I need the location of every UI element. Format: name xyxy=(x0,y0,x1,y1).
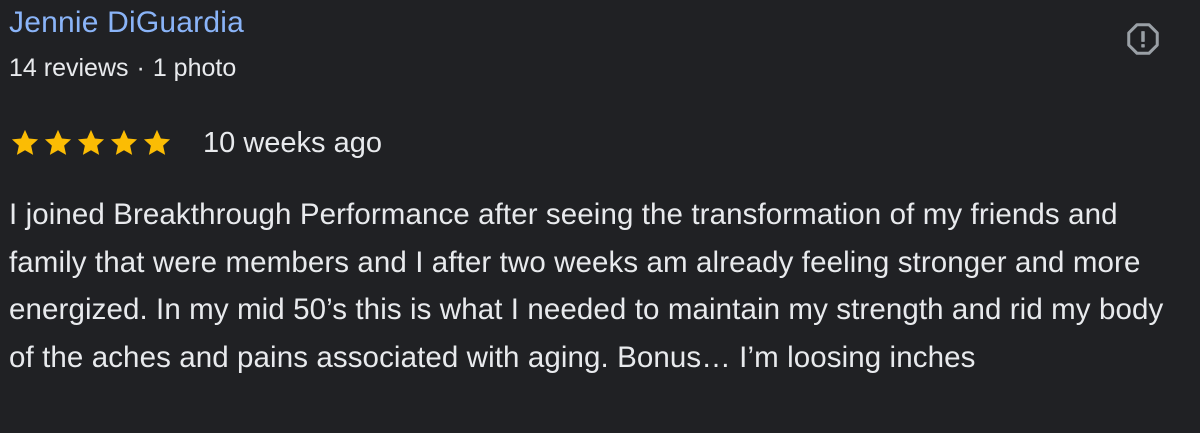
photo-count: 1 photo xyxy=(152,54,237,82)
star-icon xyxy=(11,129,39,155)
meta-separator: · xyxy=(136,54,145,82)
author-meta: 14 reviews · 1 photo xyxy=(9,52,236,84)
star-icon xyxy=(110,129,138,155)
review-card: Jennie DiGuardia 14 reviews · 1 photo 10 w… xyxy=(0,0,1200,433)
author-name-link[interactable]: Jennie DiGuardia xyxy=(9,4,244,42)
review-count: 14 reviews xyxy=(9,54,129,82)
report-icon xyxy=(1127,23,1159,55)
star-icon xyxy=(44,129,72,155)
star-icon xyxy=(77,129,105,155)
rating-row: 10 weeks ago xyxy=(9,124,382,162)
star-icon xyxy=(143,129,171,155)
review-text: I joined Breakthrough Performance after … xyxy=(9,198,1164,374)
report-button[interactable] xyxy=(1124,20,1162,58)
review-time: 10 weeks ago xyxy=(203,127,382,159)
star-rating xyxy=(9,127,173,159)
